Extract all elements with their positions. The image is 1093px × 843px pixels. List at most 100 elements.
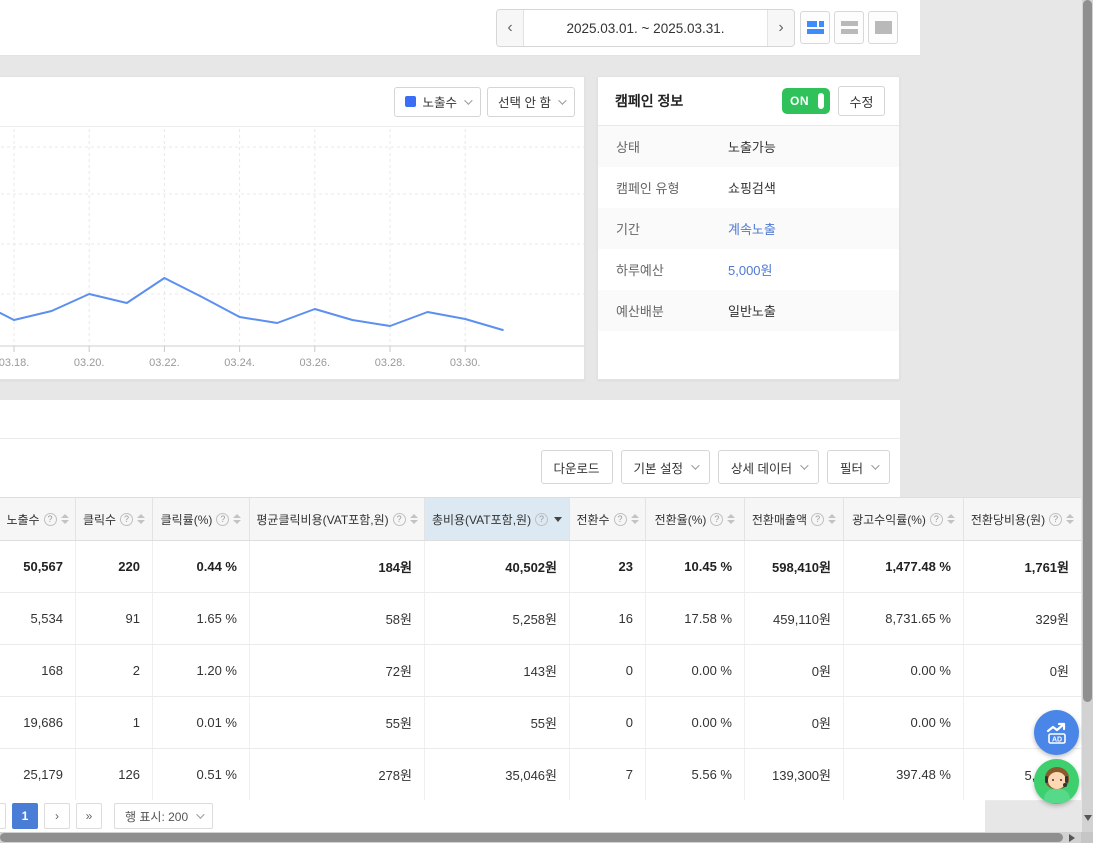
- info-value-link[interactable]: 5,000원: [728, 260, 773, 279]
- info-label: 기간: [616, 219, 728, 238]
- avatar-body: [1044, 789, 1070, 803]
- sort-toggle-icon[interactable]: [727, 514, 735, 524]
- table-header-row: 노출수?클릭수?클릭률(%)?평균클릭비용(VAT포함,원)?총비용(VAT포함…: [0, 498, 1081, 541]
- sort-toggle-icon[interactable]: [410, 514, 418, 524]
- column-header-6[interactable]: 전환수?: [569, 498, 645, 540]
- rows-per-page-label: 행 표시: 200: [125, 808, 188, 825]
- column-header-4[interactable]: 평균클릭비용(VAT포함,원)?: [249, 498, 424, 540]
- next-page-button[interactable]: ›: [44, 803, 70, 829]
- sort-descending-icon[interactable]: [554, 517, 562, 522]
- svg-text:03.18.: 03.18.: [0, 357, 29, 369]
- info-value-link[interactable]: 계속노출: [728, 219, 776, 238]
- basic-settings-dropdown[interactable]: 기본 설정: [621, 450, 710, 484]
- column-header-3[interactable]: 클릭률(%)?: [152, 498, 249, 540]
- info-value: 쇼핑검색: [728, 178, 776, 197]
- chart-header: 노출수 선택 안 함: [0, 77, 584, 127]
- table-cell: 1,761원: [963, 541, 1081, 592]
- table-cell: 55원: [424, 697, 569, 748]
- sort-toggle-icon[interactable]: [61, 514, 69, 524]
- sort-toggle-icon[interactable]: [947, 514, 955, 524]
- column-header-8[interactable]: 전환매출액?: [744, 498, 843, 540]
- next-date-button[interactable]: ›: [767, 10, 794, 46]
- help-icon[interactable]: ?: [930, 513, 943, 526]
- scroll-right-arrow-icon[interactable]: [1069, 834, 1075, 842]
- svg-text:03.20.: 03.20.: [74, 357, 105, 369]
- table-cell: 1.20 %: [152, 645, 249, 696]
- view-mode-list-button[interactable]: [834, 11, 864, 44]
- customer-support-fab[interactable]: [1034, 759, 1079, 804]
- column-header-9[interactable]: 광고수익률(%)?: [843, 498, 963, 540]
- vertical-scrollbar-thumb[interactable]: [1083, 0, 1092, 702]
- help-icon[interactable]: ?: [393, 513, 406, 526]
- campaign-info-row: 하루예산5,000원: [598, 249, 899, 290]
- table-cell: 0.00 %: [645, 697, 744, 748]
- column-label: 평균클릭비용(VAT포함,원): [256, 511, 388, 528]
- horizontal-scrollbar-thumb[interactable]: [0, 833, 1063, 842]
- report-table: 노출수?클릭수?클릭률(%)?평균클릭비용(VAT포함,원)?총비용(VAT포함…: [0, 497, 1081, 801]
- column-header-5[interactable]: 총비용(VAT포함,원)?: [424, 498, 569, 540]
- sort-toggle-icon[interactable]: [233, 514, 241, 524]
- table-body: 50,5672200.44 %184원40,502원2310.45 %598,4…: [0, 541, 1081, 801]
- chart-metric-dropdown[interactable]: 노출수: [394, 87, 482, 117]
- help-icon[interactable]: ?: [216, 513, 229, 526]
- table-cell: 139,300원: [744, 749, 843, 800]
- table-cell: 598,410원: [744, 541, 843, 592]
- help-icon[interactable]: ?: [44, 513, 57, 526]
- table-cell: 0.00 %: [843, 697, 963, 748]
- help-icon[interactable]: ?: [1049, 513, 1062, 526]
- svg-text:03.30.: 03.30.: [450, 357, 481, 369]
- ad-dashboard-fab[interactable]: AD: [1034, 710, 1079, 755]
- page-1-button[interactable]: 1: [12, 803, 38, 829]
- date-range-picker[interactable]: ‹ 2025.03.01. ~ 2025.03.31. ›: [496, 9, 795, 47]
- previous-date-button[interactable]: ‹: [497, 10, 524, 46]
- view-mode-switcher: [800, 11, 898, 44]
- help-icon[interactable]: ?: [614, 513, 627, 526]
- help-icon[interactable]: ?: [120, 513, 133, 526]
- scrollbar-corner: [1081, 832, 1093, 843]
- table-summary-row: 50,5672200.44 %184원40,502원2310.45 %598,4…: [0, 541, 1081, 593]
- help-icon[interactable]: ?: [811, 513, 824, 526]
- sort-toggle-icon[interactable]: [828, 514, 836, 524]
- table-cell: 0.00 %: [843, 645, 963, 696]
- info-label: 예산배분: [616, 301, 728, 320]
- table-cell: 23: [569, 541, 645, 592]
- chevron-down-icon: [558, 96, 566, 104]
- table-cell: 35,046원: [424, 749, 569, 800]
- date-range-value[interactable]: 2025.03.01. ~ 2025.03.31.: [524, 10, 767, 46]
- sort-toggle-icon[interactable]: [1066, 514, 1074, 524]
- help-icon[interactable]: ?: [535, 513, 548, 526]
- column-header-10[interactable]: 전환당비용(원)?: [963, 498, 1081, 540]
- campaign-info-row: 예산배분일반노출: [598, 290, 899, 331]
- table-cell: 0원: [744, 645, 843, 696]
- column-header-2[interactable]: 클릭수?: [75, 498, 152, 540]
- column-header-7[interactable]: 전환율(%)?: [645, 498, 744, 540]
- view-mode-split-button[interactable]: [800, 11, 830, 44]
- prev-page-button[interactable]: ‹: [0, 803, 6, 829]
- headset-band: [1065, 776, 1068, 783]
- download-button[interactable]: 다운로드: [541, 450, 613, 484]
- scroll-down-arrow-icon[interactable]: [1084, 815, 1092, 821]
- campaign-on-toggle[interactable]: ON: [782, 88, 830, 114]
- chart-compare-dropdown[interactable]: 선택 안 함: [487, 87, 575, 117]
- vertical-scrollbar[interactable]: [1082, 0, 1093, 832]
- table-cell: 278원: [249, 749, 424, 800]
- view-mode-grid-button[interactable]: [868, 11, 898, 44]
- edit-campaign-button[interactable]: 수정: [838, 86, 885, 116]
- table-cell: 17.58 %: [645, 593, 744, 644]
- filter-dropdown[interactable]: 필터: [827, 450, 890, 484]
- chevron-down-icon: [800, 461, 808, 469]
- last-page-button[interactable]: »: [76, 803, 102, 829]
- ad-trend-icon: AD: [1044, 720, 1070, 746]
- info-label: 상태: [616, 137, 728, 156]
- help-icon[interactable]: ?: [710, 513, 723, 526]
- campaign-info-panel: 캠페인 정보 ON 수정 상태노출가능캠페인 유형쇼핑검색기간계속노출하루예산5…: [597, 76, 900, 380]
- sort-toggle-icon[interactable]: [137, 514, 145, 524]
- sort-toggle-icon[interactable]: [631, 514, 639, 524]
- horizontal-scrollbar[interactable]: [0, 832, 1081, 843]
- table-cell: 40,502원: [424, 541, 569, 592]
- column-header-1[interactable]: 노출수?: [0, 498, 75, 540]
- rows-per-page-dropdown[interactable]: 행 표시: 200: [114, 803, 213, 829]
- table-cell: 58원: [249, 593, 424, 644]
- detail-data-dropdown[interactable]: 상세 데이터: [718, 450, 819, 484]
- table-cell: 0.00 %: [645, 645, 744, 696]
